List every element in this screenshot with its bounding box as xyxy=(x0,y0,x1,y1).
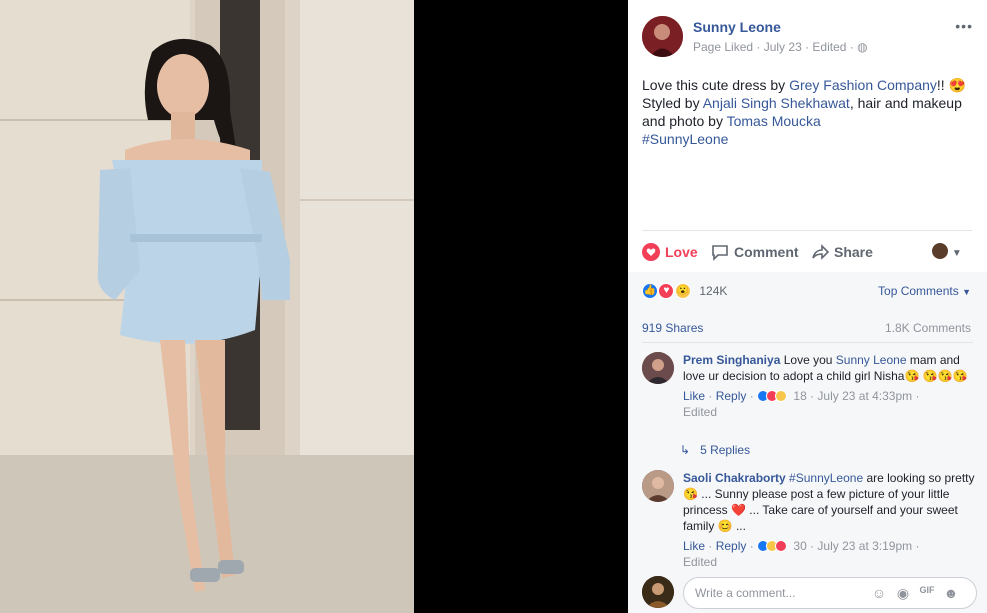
commenter-avatar[interactable] xyxy=(642,470,674,502)
avatar-image xyxy=(642,470,674,502)
author-name[interactable]: Sunny Leone xyxy=(693,19,781,35)
top-comments-dropdown[interactable]: Top Comments ▼ xyxy=(878,284,971,298)
like-comment-link[interactable]: Like xyxy=(683,389,705,403)
comment-actions: Like · Reply · 30 · July 23 at 3:19pm · … xyxy=(683,539,920,569)
mention-link[interactable]: Anjali Singh Shekhawat xyxy=(703,95,850,111)
post-header: Sunny Leone Page Liked · July 23 · Edite… xyxy=(642,16,977,60)
top-comments-label: Top Comments xyxy=(878,284,959,298)
post-text-part: Styled by xyxy=(642,95,703,111)
like-comment-link[interactable]: Like xyxy=(683,539,705,553)
comment-placeholder: Write a comment... xyxy=(695,586,796,600)
post-as-selector[interactable]: ▼ xyxy=(932,243,962,259)
reply-arrow-icon: ↳ xyxy=(680,443,691,457)
comment-date[interactable]: July 23 at 3:19pm xyxy=(817,539,912,553)
commenter-name[interactable]: Saoli Chakraborty xyxy=(683,471,786,485)
more-horizontal-icon[interactable]: ••• xyxy=(955,18,973,34)
comment-body: Saoli Chakraborty #SunnyLeone are lookin… xyxy=(683,470,977,570)
edited-label[interactable]: Edited xyxy=(812,40,846,54)
post-actions-bar: Love Comment Share ▼ xyxy=(642,230,972,272)
share-label: Share xyxy=(834,244,873,260)
post-photo[interactable] xyxy=(0,0,414,613)
comment-date[interactable]: July 23 at 4:33pm xyxy=(817,389,912,403)
wow-reaction-icon xyxy=(775,390,788,402)
caret-down-icon: ▼ xyxy=(962,287,971,297)
avatar-image xyxy=(642,16,683,57)
author-avatar[interactable] xyxy=(642,16,683,57)
chevron-down-icon: ▼ xyxy=(951,248,962,259)
comment-reaction-count[interactable]: 18 xyxy=(793,389,806,403)
post-meta: Page Liked · July 23 · Edited · ◍ xyxy=(693,40,868,54)
post-date[interactable]: July 23 xyxy=(764,40,802,54)
wow-reaction-icon: 😮 xyxy=(674,282,691,299)
hashtag-link[interactable]: #SunnyLeone xyxy=(642,131,728,147)
current-user-avatar xyxy=(642,576,674,608)
love-reaction-icon xyxy=(775,540,788,552)
mention-link[interactable]: Grey Fashion Company xyxy=(789,77,937,93)
commenter-name[interactable]: Prem Singhaniya xyxy=(683,353,780,367)
profile-avatar-small xyxy=(932,243,948,259)
hashtag-link[interactable]: #SunnyLeone xyxy=(789,471,863,485)
gif-icon[interactable]: GIF xyxy=(918,585,936,603)
reaction-summary[interactable]: 👍 ♥ 😮 124K xyxy=(642,282,727,300)
view-replies-link[interactable]: ↳ 5 Replies xyxy=(680,443,750,457)
comment-body: Prem Singhaniya Love you Sunny Leone mam… xyxy=(683,352,977,420)
reply-link[interactable]: Reply xyxy=(716,389,747,403)
post-text-part: !! 😍 xyxy=(936,77,967,93)
share-button[interactable]: Share xyxy=(811,243,873,261)
comment-label: Comment xyxy=(734,244,799,260)
avatar-image xyxy=(642,576,674,608)
photo-image xyxy=(0,0,414,613)
comment-icon xyxy=(712,245,728,261)
post-text: Love this cute dress by Grey Fashion Com… xyxy=(642,76,972,148)
edited-label[interactable]: Edited xyxy=(683,405,717,419)
page-liked-status[interactable]: Page Liked xyxy=(693,40,753,54)
emoji-icon[interactable]: ☺ xyxy=(870,585,888,603)
photo-viewer: Sunny Leone Page Liked · July 23 · Edite… xyxy=(0,0,987,613)
replies-count: 5 Replies xyxy=(700,443,751,457)
post-side-panel: Sunny Leone Page Liked · July 23 · Edite… xyxy=(628,0,987,613)
comment-composer: Write a comment... ☺ ◉ GIF ☻ xyxy=(642,576,977,610)
reaction-count: 124K xyxy=(699,283,728,298)
commenter-avatar[interactable] xyxy=(642,352,674,384)
love-button[interactable]: Love xyxy=(642,243,698,261)
share-icon xyxy=(812,244,830,260)
post-text-part: Love this cute dress by xyxy=(642,77,790,93)
edited-label[interactable]: Edited xyxy=(683,555,717,569)
comment-text: Love you xyxy=(783,353,836,367)
comments-count[interactable]: 1.8K Comments xyxy=(885,321,971,335)
love-label: Love xyxy=(665,244,698,260)
love-reaction-icon: ♥ xyxy=(658,282,675,299)
globe-icon: ◍ xyxy=(857,40,868,54)
like-reaction-icon: 👍 xyxy=(642,282,658,299)
love-icon xyxy=(642,243,660,261)
sticker-icon[interactable]: ☻ xyxy=(942,585,960,603)
avatar-image xyxy=(642,352,674,384)
comment-actions: Like · Reply · 18 · July 23 at 4:33pm · … xyxy=(683,389,920,419)
mention-link[interactable]: Tomas Moucka xyxy=(727,113,821,129)
divider xyxy=(642,342,973,343)
comment-input[interactable]: Write a comment... ☺ ◉ GIF ☻ xyxy=(683,577,977,609)
mention-link[interactable]: Sunny Leone xyxy=(836,353,907,367)
shares-count[interactable]: 919 Shares xyxy=(642,321,703,335)
comment-reaction-count[interactable]: 30 xyxy=(793,539,806,553)
camera-icon[interactable]: ◉ xyxy=(894,585,912,603)
comment-button[interactable]: Comment xyxy=(711,243,799,261)
reply-link[interactable]: Reply xyxy=(716,539,747,553)
